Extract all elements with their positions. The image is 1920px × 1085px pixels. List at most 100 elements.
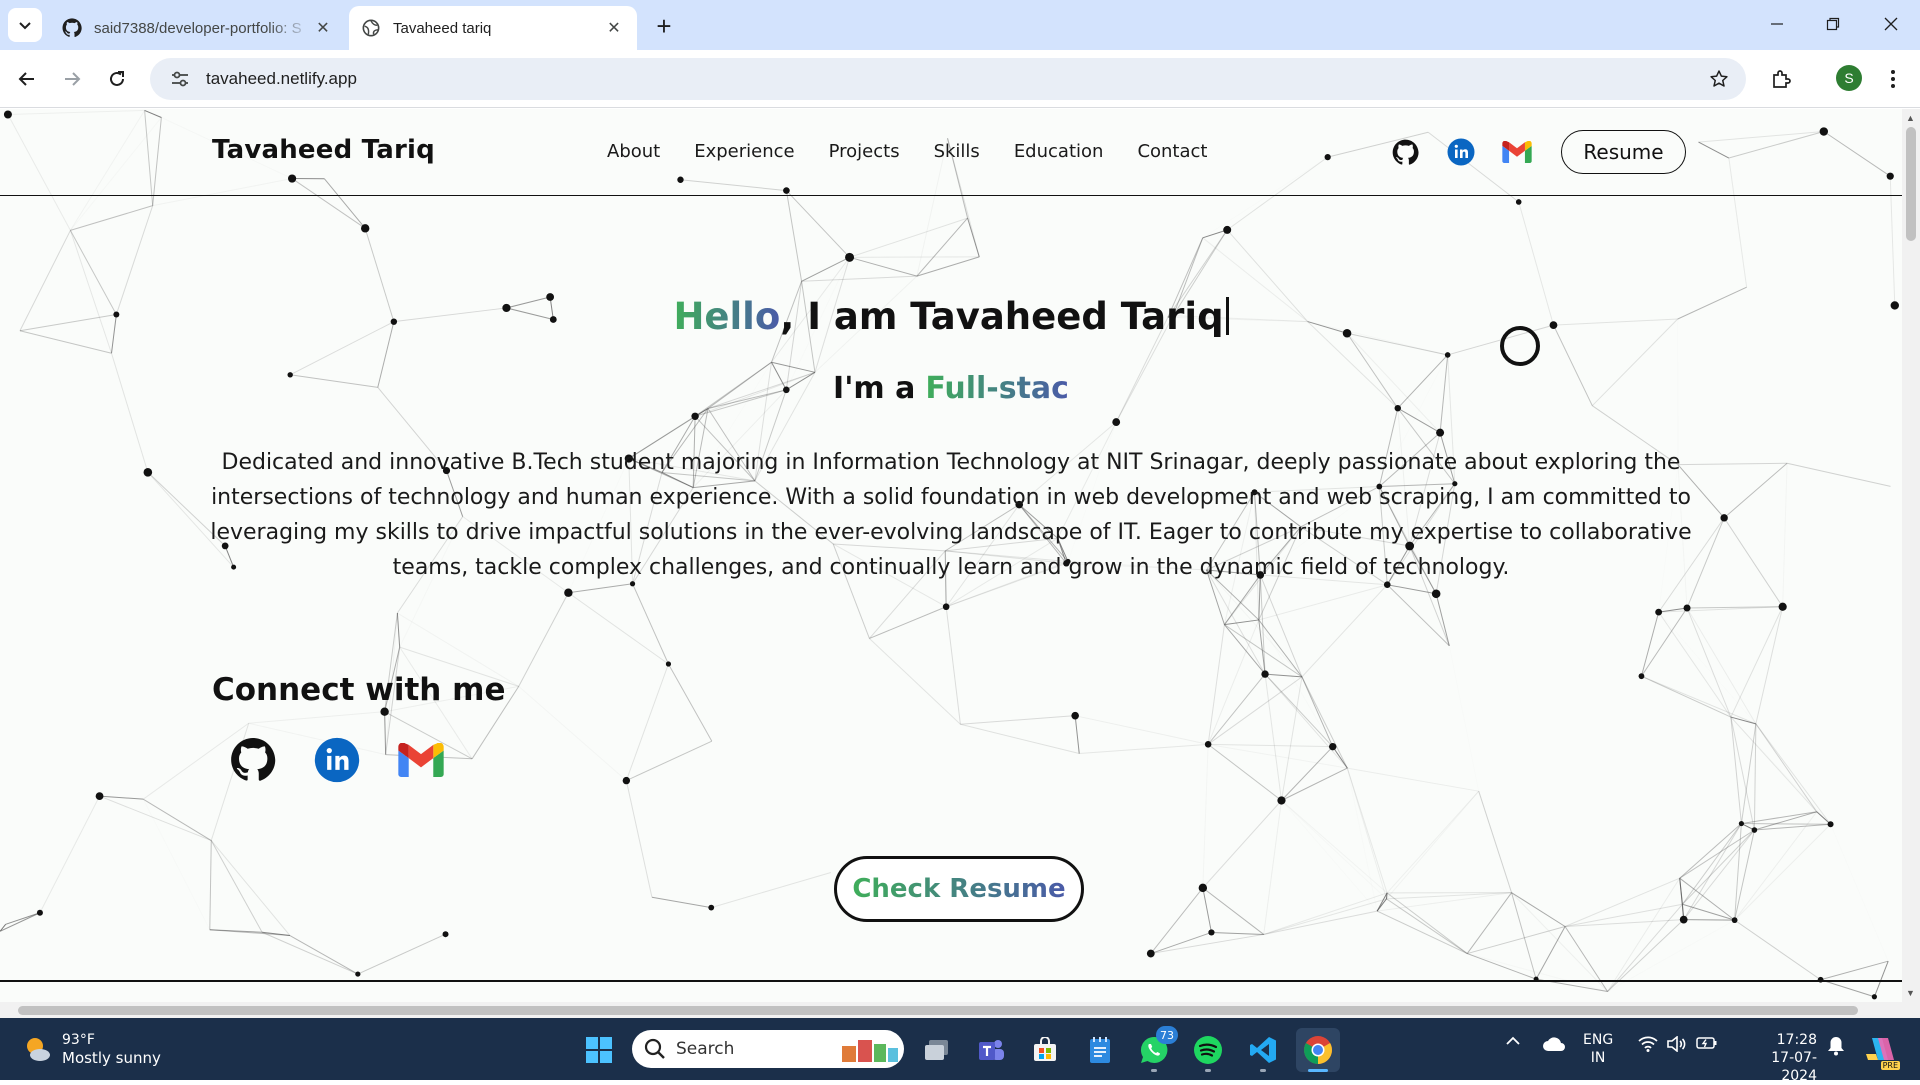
taskbar-store[interactable] [1023, 1028, 1067, 1072]
start-button[interactable] [577, 1028, 621, 1072]
connect-gmail-icon[interactable] [396, 735, 446, 785]
bookmark-star-icon[interactable] [1702, 62, 1736, 96]
taskbar-vscode[interactable] [1241, 1028, 1285, 1072]
windows-icon [585, 1036, 613, 1064]
hero-subtitle: I'm aFull-stac [0, 371, 1902, 406]
taskbar-whatsapp[interactable]: 73 [1132, 1028, 1176, 1072]
weather-widget[interactable]: 93°F Mostly sunny [22, 1031, 161, 1067]
weather-desc: Mostly sunny [62, 1049, 161, 1067]
restore-icon [1826, 17, 1840, 31]
main-nav: About Experience Projects Skills Educati… [607, 141, 1207, 162]
connect-linkedin-icon[interactable] [312, 735, 362, 785]
page-viewport: Tavaheed Tariq About Experience Projects… [0, 109, 1902, 1002]
notepad-icon [1088, 1036, 1112, 1064]
gmail-icon[interactable] [1502, 137, 1532, 167]
search-placeholder: Search [676, 1039, 734, 1059]
scroll-down-icon[interactable]: ▼ [1906, 988, 1915, 998]
reload-icon [108, 70, 126, 88]
nav-skills[interactable]: Skills [934, 141, 980, 162]
language-indicator[interactable]: ENG IN [1583, 1031, 1613, 1067]
reload-button[interactable] [100, 62, 134, 96]
close-icon[interactable]: ✕ [312, 17, 334, 39]
volume-icon[interactable] [1664, 1036, 1688, 1052]
forward-button[interactable] [55, 62, 89, 96]
url-text: tavaheed.netlify.app [206, 69, 1702, 89]
running-indicator [1308, 1069, 1328, 1072]
weather-temp: 93°F [62, 1031, 161, 1049]
taskbar-teams[interactable] [969, 1028, 1013, 1072]
browser-toolbar: tavaheed.netlify.app S [0, 50, 1920, 108]
spotify-icon [1193, 1035, 1223, 1065]
minimize-button[interactable] [1754, 6, 1800, 42]
running-indicator [1205, 1069, 1211, 1072]
hero-bio: Dedicated and innovative B.Tech student … [208, 445, 1694, 585]
chevron-down-icon [18, 18, 32, 32]
resume-button[interactable]: Resume [1561, 130, 1686, 174]
back-button[interactable] [10, 62, 44, 96]
battery-icon[interactable] [1694, 1036, 1720, 1050]
new-tab-button[interactable]: + [650, 12, 678, 40]
vertical-scroll-thumb[interactable] [1906, 127, 1916, 241]
taskbar-search[interactable]: Search [632, 1030, 904, 1068]
nav-projects[interactable]: Projects [829, 141, 900, 162]
chrome-icon [1303, 1035, 1333, 1065]
github-icon [62, 18, 82, 38]
taskbar-task-view[interactable] [915, 1028, 959, 1072]
site-brand[interactable]: Tavaheed Tariq [212, 135, 435, 165]
arrow-left-icon [18, 70, 36, 88]
restore-button[interactable] [1810, 6, 1856, 42]
close-icon[interactable]: ✕ [603, 17, 625, 39]
check-resume-label: Check Resume [852, 874, 1065, 904]
teams-icon [977, 1037, 1005, 1063]
profile-avatar[interactable]: S [1836, 65, 1862, 91]
site-info-icon[interactable] [160, 64, 200, 94]
extensions-icon[interactable] [1764, 62, 1798, 96]
region-code: IN [1583, 1049, 1613, 1067]
connect-github-icon[interactable] [228, 735, 278, 785]
scroll-up-icon[interactable]: ▲ [1906, 113, 1915, 123]
horizontal-scroll-thumb[interactable] [18, 1006, 1858, 1015]
running-indicator [1260, 1069, 1266, 1072]
minimize-icon [1770, 17, 1784, 31]
more-menu-icon[interactable] [1876, 62, 1910, 96]
subtitle-typed-text: Full-stac [925, 371, 1069, 406]
taskbar-spotify[interactable] [1186, 1028, 1230, 1072]
nav-experience[interactable]: Experience [694, 141, 794, 162]
browser-tab-github[interactable]: said7388/developer-portfolio: S ✕ [50, 6, 346, 50]
sun-cloud-icon [22, 1034, 52, 1064]
arrow-right-icon [63, 70, 81, 88]
tab-search-button[interactable] [8, 8, 42, 42]
store-icon [1032, 1037, 1058, 1063]
browser-tabstrip: said7388/developer-portfolio: S ✕ Tavahe… [0, 0, 1920, 50]
copilot-icon[interactable]: PRE [1862, 1032, 1898, 1066]
vertical-scrollbar[interactable]: ▲ ▼ [1902, 109, 1920, 1002]
wifi-icon[interactable] [1636, 1036, 1660, 1052]
clock-time: 17:28 [1737, 1031, 1817, 1049]
typing-caret [1226, 297, 1229, 335]
nav-about[interactable]: About [607, 141, 660, 162]
nav-contact[interactable]: Contact [1137, 141, 1207, 162]
hero-hello: Hello [673, 295, 780, 338]
task-view-icon [924, 1038, 950, 1062]
notification-badge: 73 [1156, 1026, 1178, 1044]
taskbar-chrome[interactable] [1296, 1028, 1340, 1072]
github-icon[interactable] [1390, 137, 1420, 167]
tray-overflow-icon[interactable] [1502, 1036, 1524, 1046]
taskbar-notepad[interactable] [1078, 1028, 1122, 1072]
connect-heading: Connect with me [212, 672, 505, 708]
nav-education[interactable]: Education [1014, 141, 1104, 162]
system-clock[interactable]: 17:28 17-07-2024 [1737, 1031, 1817, 1085]
onedrive-icon[interactable] [1540, 1036, 1568, 1052]
search-highlight-icon [838, 1034, 900, 1064]
tab-title: Tavaheed tariq [393, 20, 603, 37]
address-bar[interactable]: tavaheed.netlify.app [150, 58, 1746, 100]
linkedin-icon[interactable] [1446, 137, 1476, 167]
close-window-button[interactable] [1868, 6, 1914, 42]
running-indicator [1151, 1069, 1157, 1072]
horizontal-scrollbar[interactable] [0, 1002, 1902, 1018]
scrollbar-corner [1902, 1002, 1920, 1018]
check-resume-button[interactable]: Check Resume [834, 856, 1084, 922]
notification-bell-icon[interactable] [1824, 1036, 1848, 1056]
browser-tab-portfolio[interactable]: Tavaheed tariq ✕ [349, 6, 637, 50]
hero-name: , I am Tavaheed Tariq [780, 295, 1223, 338]
